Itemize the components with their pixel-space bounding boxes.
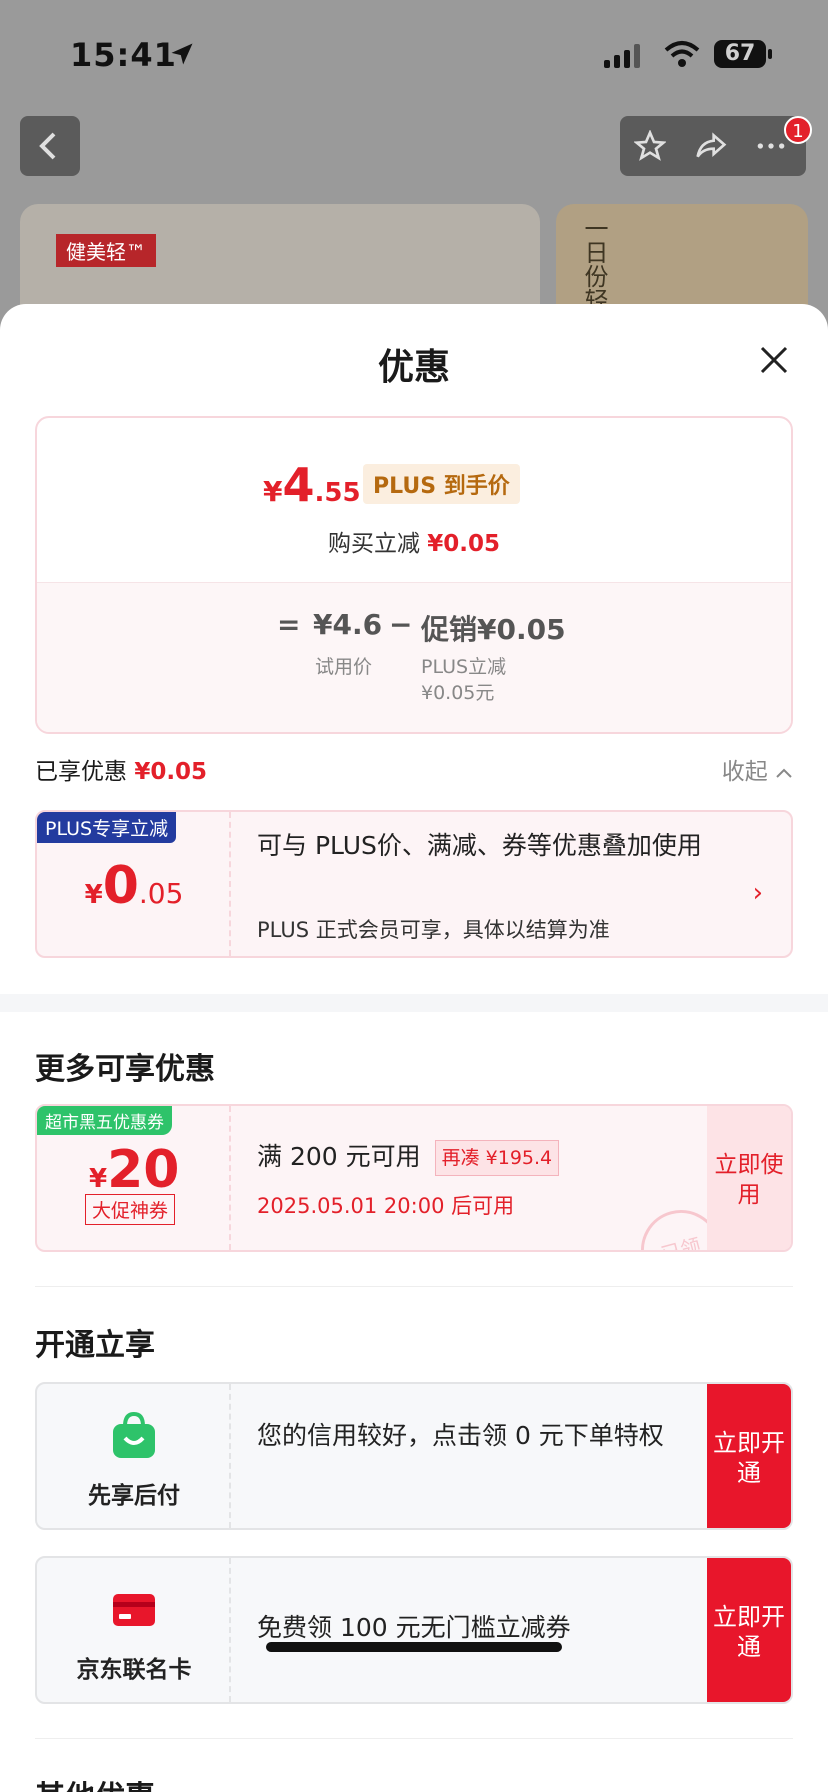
coupon-event-tag: 超市黑五优惠券 [37,1106,172,1135]
wifi-icon [664,41,700,67]
more-icon[interactable] [754,130,788,162]
use-now-button[interactable]: 立即使用 [707,1106,791,1250]
battery-indicator: 67 [714,40,772,68]
coupon-valid-time: 2025.05.01 20:00 后可用 [257,1194,515,1218]
plus-final-price: ¥4.55 [263,458,361,512]
open-cobrand-button[interactable]: 立即开通 [707,1558,791,1702]
equals-sign: = [277,608,301,641]
other-discounts-title: 其他优惠 [35,1772,155,1792]
brand-logo: 健美轻™ [56,234,156,267]
home-indicator [266,1642,562,1652]
plus-card-subtitle: PLUS 正式会员可享，具体以结算为准 [257,918,610,942]
share-icon[interactable] [694,130,728,162]
star-icon[interactable] [634,130,666,162]
minus-sign: − [389,608,413,641]
status-time: 15:41 [70,36,177,74]
plus-card-amount: ¥0.05 [84,856,184,916]
plus-discount-card[interactable]: PLUS专享立减 ¥0.05 可与 PLUS价、满减、券等优惠叠加使用 PLUS… [35,810,793,958]
credit-card-icon [37,1592,231,1632]
status-bar: 15:41 67 [0,36,828,76]
cobrand-card: 京东联名卡 免费领 100 元无门槛立减券 立即开通 [35,1556,793,1704]
plus-price-tag: PLUS 到手价 [363,464,520,504]
chevron-up-icon [776,768,792,778]
coupon-amount: ¥20 [89,1140,180,1200]
purchase-reduce: 购买立减 ¥0.05 [327,531,501,557]
product-image-text: 一日份轻 [580,216,608,312]
open-pay-later-button[interactable]: 立即开通 [707,1384,791,1528]
pay-later-text: 您的信用较好，点击领 0 元下单特权 [257,1421,664,1450]
cellular-signal-icon [604,44,640,68]
open-benefits-title: 开通立享 [35,1328,155,1363]
sheet-title: 优惠 [377,347,450,388]
section-divider [0,994,828,1012]
chevron-left-icon [39,132,56,160]
plus-exclusive-tag: PLUS专享立减 [37,812,177,843]
enjoyed-value: ¥0.05 [134,759,208,785]
pay-later-label: 先享后付 [88,1483,180,1509]
pay-later-card: 先享后付 您的信用较好，点击领 0 元下单特权 立即开通 [35,1382,793,1530]
top-actions-group [620,116,806,176]
plus-card-title: 可与 PLUS价、满减、券等优惠叠加使用 [257,831,702,860]
chevron-right-icon: › [752,878,763,908]
close-icon[interactable] [756,342,792,378]
enjoyed-label: 已享优惠 [35,759,127,785]
price-summary-box: ¥4.55 PLUS 到手价 购买立减 ¥0.05 = ¥4.6 − 促销¥0.… [35,416,793,734]
location-arrow-icon [171,43,193,65]
more-discounts-title: 更多可享优惠 [35,1052,215,1087]
price-breakdown [37,582,791,732]
cobrand-card-text: 免费领 100 元无门槛立减券 [257,1613,571,1642]
cobrand-card-label: 京东联名卡 [76,1657,192,1683]
enjoyed-discount-row: 已享优惠 ¥0.05 收起 [35,752,793,792]
separator-line [35,1286,793,1287]
notification-badge: 1 [784,116,812,144]
separator-line [35,1738,793,1739]
trial-price: ¥4.6 [313,608,383,641]
shopping-bag-icon [37,1411,231,1464]
recou-tag: 再凑 ¥195.4 [434,1140,560,1176]
plus-reduce-value: ¥0.05元 [421,682,495,704]
promo-amount: 促销¥0.05 [421,613,566,646]
collapse-toggle[interactable]: 收起 [722,752,793,786]
coupon-card: 超市黑五优惠券 ¥20 大促神券 满 200 元可用 再凑 ¥195.4 2025… [35,1104,793,1252]
back-button[interactable] [20,116,80,176]
coupon-type-tag: 大促神券 [85,1194,176,1225]
discount-sheet: 优惠 ¥4.55 PLUS 到手价 购买立减 ¥0.05 = ¥4.6 − 促销… [0,304,828,1792]
plus-reduce-label: PLUS立减 [421,656,507,678]
coupon-condition: 满 200 元可用 再凑 ¥195.4 [257,1140,560,1176]
trial-price-label: 试用价 [315,656,373,678]
